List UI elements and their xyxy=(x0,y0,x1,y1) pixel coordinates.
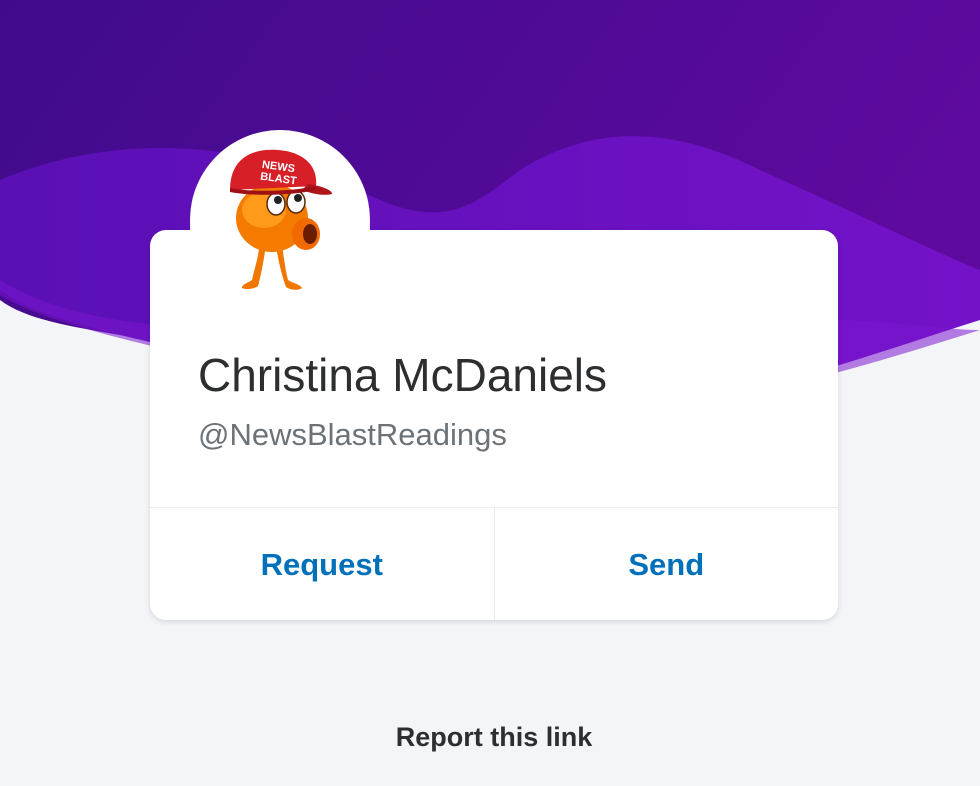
profile-page: Christina McDaniels @NewsBlastReadings R… xyxy=(0,0,980,786)
avatar: NEWS BLAST xyxy=(190,130,370,310)
request-button[interactable]: Request xyxy=(150,508,494,620)
send-button[interactable]: Send xyxy=(493,508,839,620)
report-link[interactable]: Report this link xyxy=(0,722,980,753)
profile-name: Christina McDaniels xyxy=(198,349,608,401)
avatar-character-image: NEWS BLAST xyxy=(196,136,364,304)
profile-handle: @NewsBlastReadings xyxy=(198,417,507,452)
action-bar: Request Send xyxy=(150,507,838,620)
